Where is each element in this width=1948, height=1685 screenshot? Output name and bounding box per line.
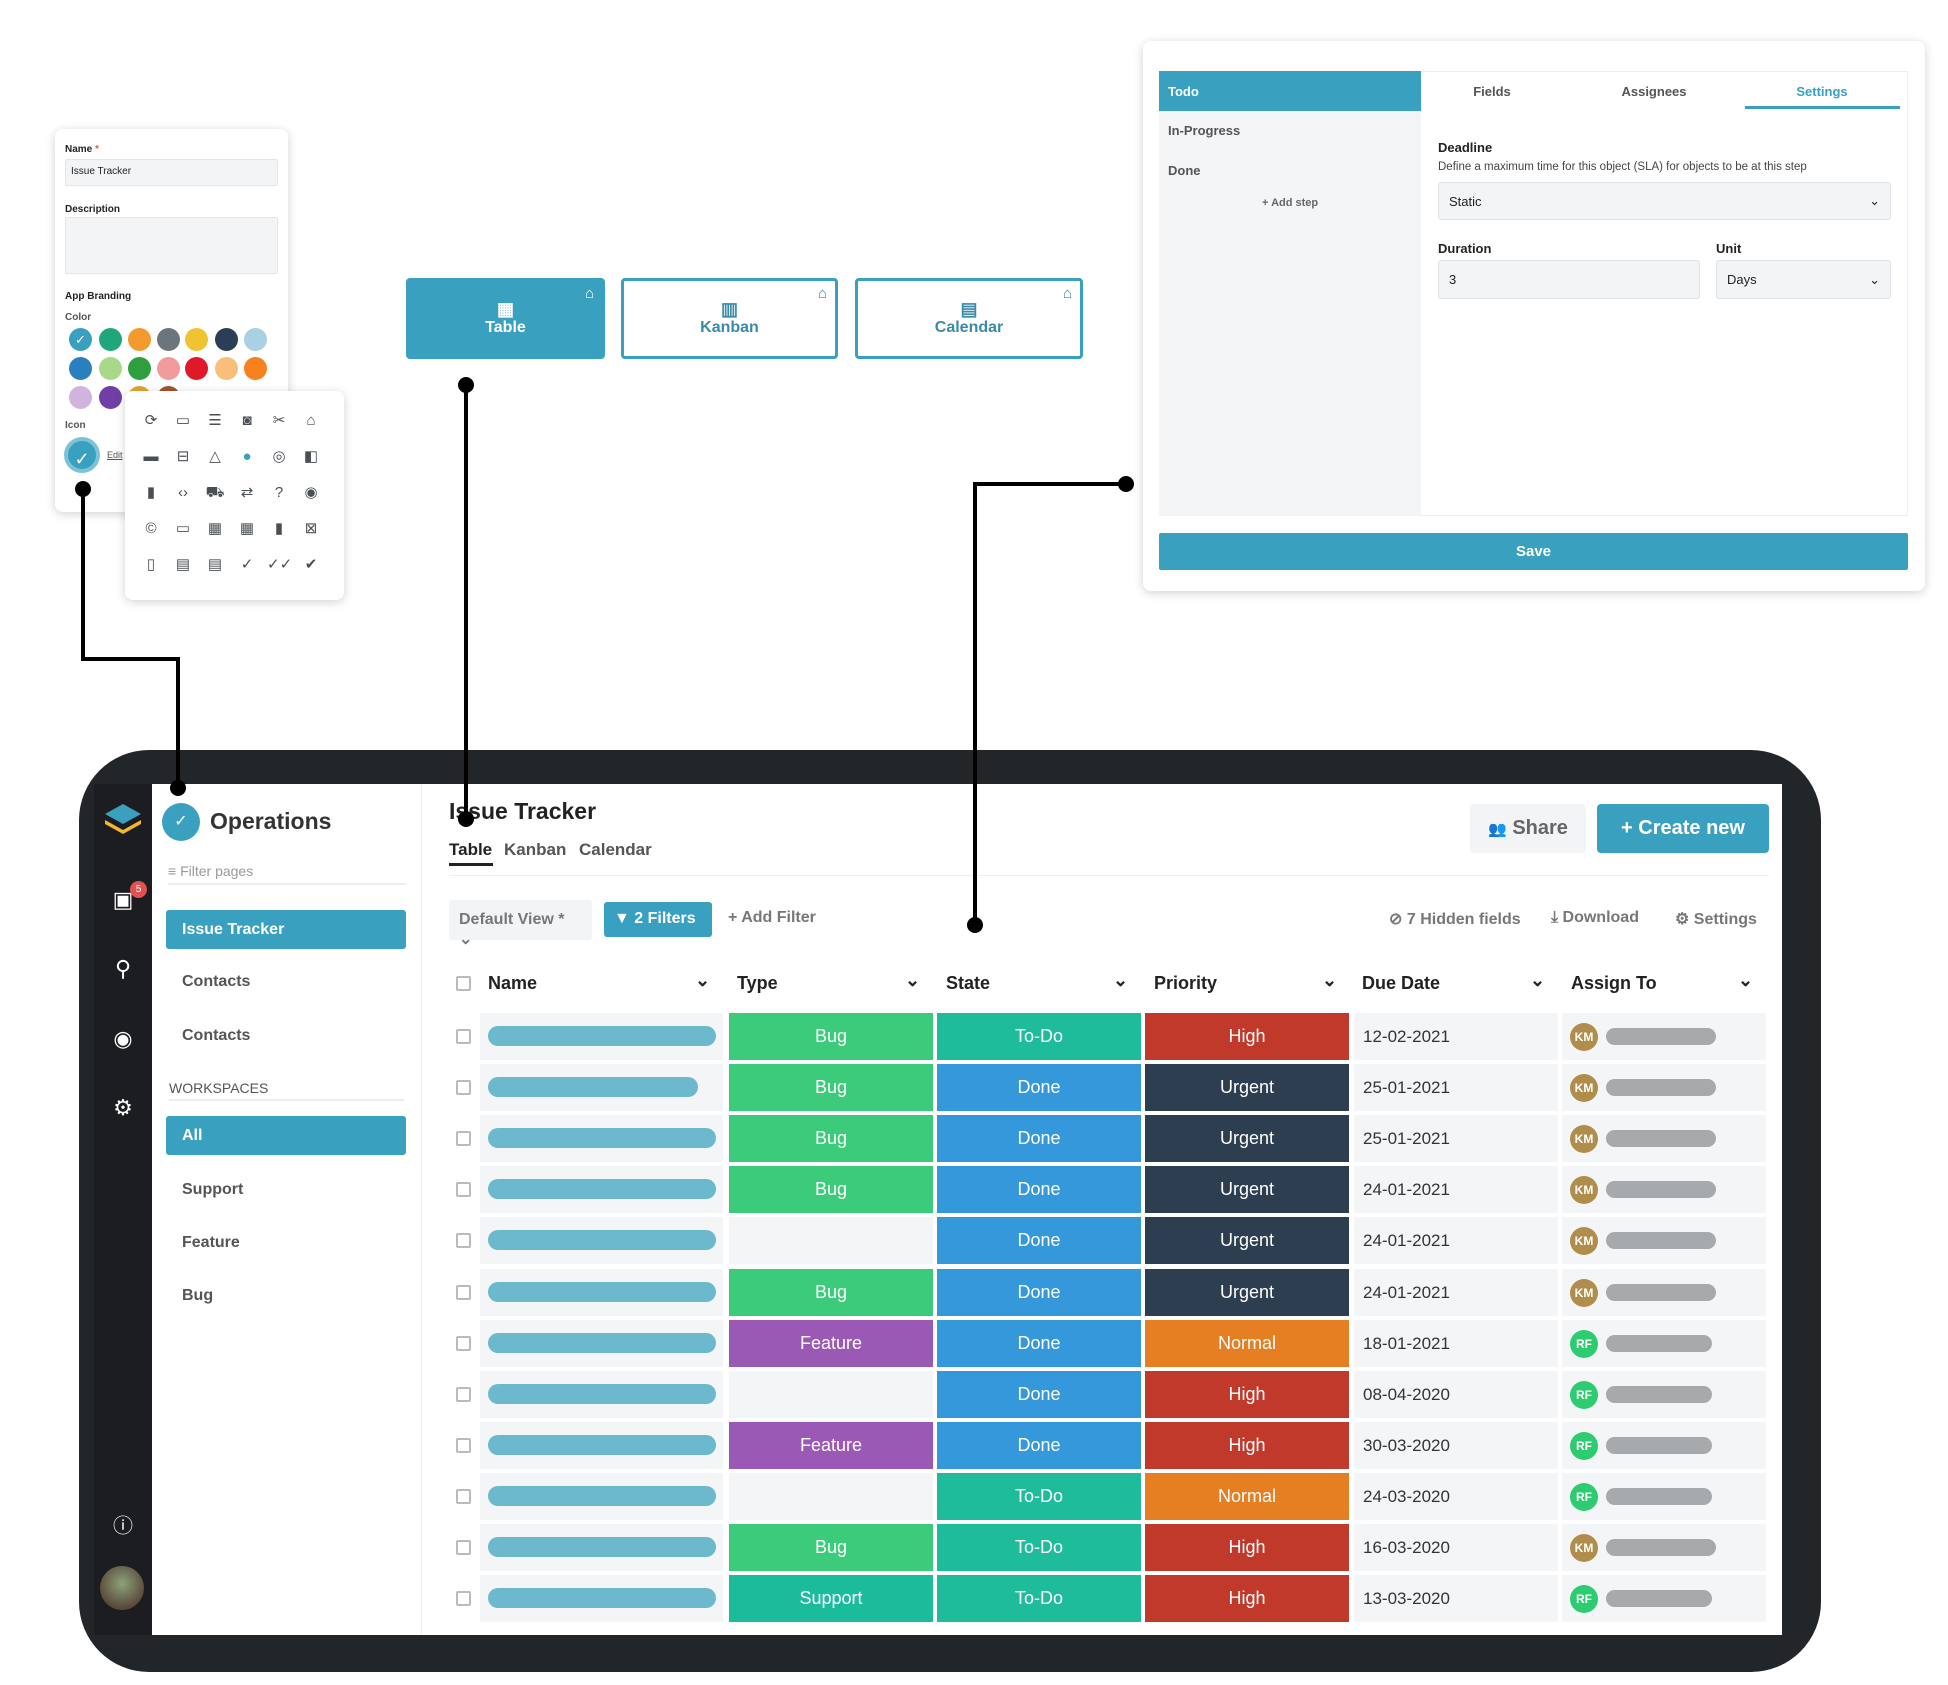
connector-dot (170, 780, 186, 796)
connector-dot (1118, 476, 1134, 492)
connector-dot (458, 811, 474, 827)
connector-dot (458, 377, 474, 393)
connector-dot (967, 917, 983, 933)
connector-lines (75, 377, 1134, 933)
connector-dot (75, 481, 91, 497)
